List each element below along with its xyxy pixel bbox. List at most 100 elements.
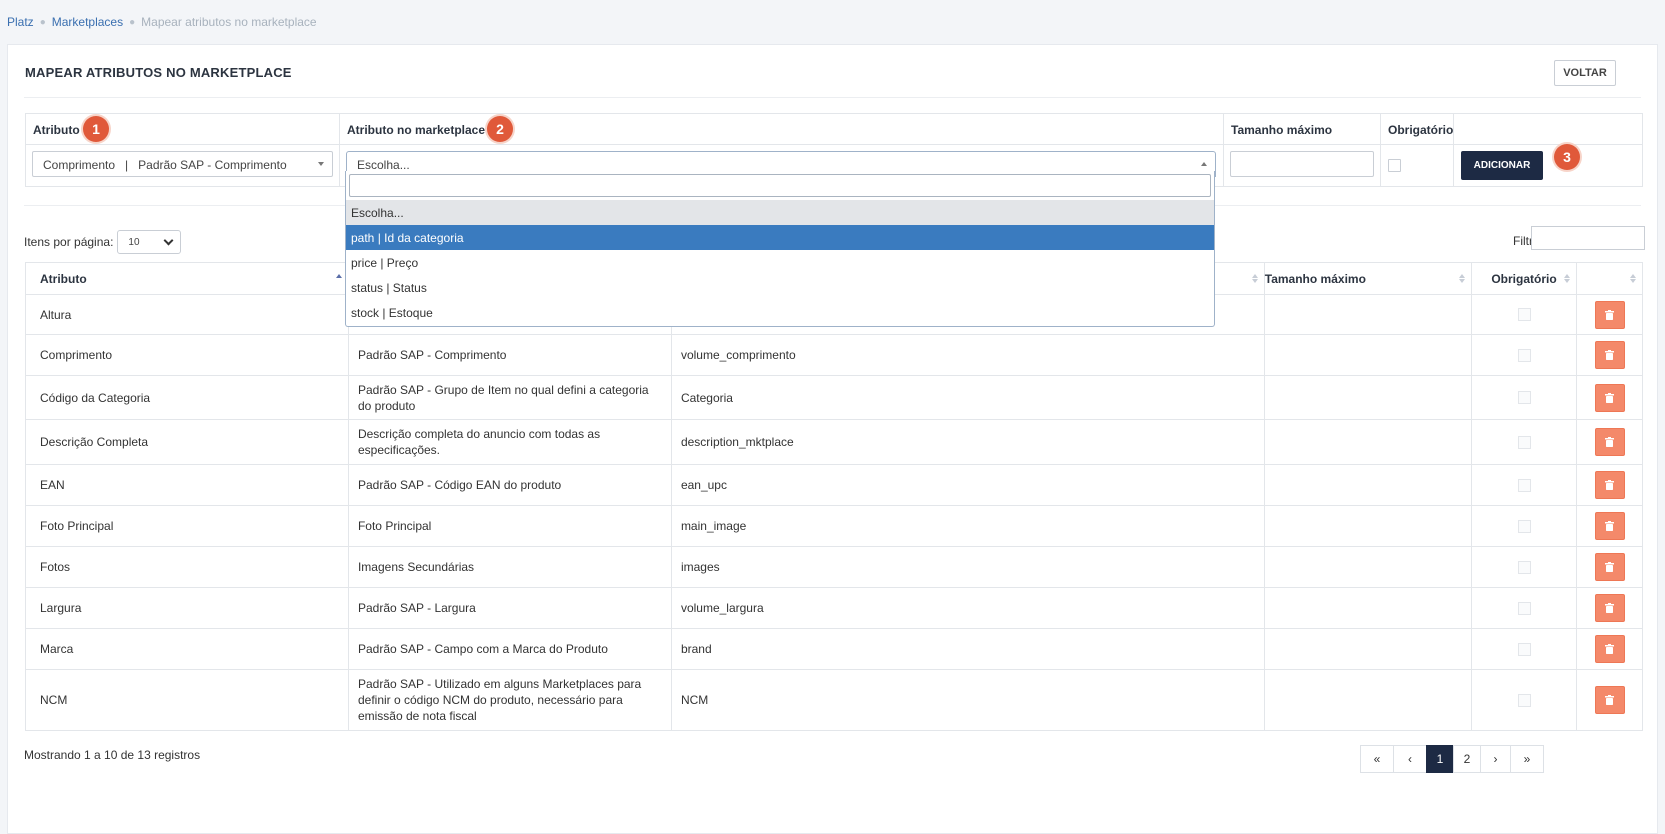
- dropdown-option[interactable]: Escolha...: [346, 200, 1214, 225]
- cell-required: [1470, 375, 1578, 420]
- table-row: EAN Padrão SAP - Código EAN do produto ean…: [25, 464, 1643, 506]
- cell-attribute: EAN: [25, 464, 349, 506]
- per-page-value: 10: [128, 237, 140, 248]
- column-header-actions[interactable]: [1576, 262, 1643, 295]
- required-checkbox-disabled: [1517, 642, 1531, 656]
- back-button[interactable]: VOLTAR: [1554, 60, 1616, 86]
- cell-max-size: [1263, 587, 1472, 629]
- cell-actions: [1576, 669, 1643, 731]
- delete-button[interactable]: [1594, 553, 1625, 581]
- delete-button[interactable]: [1594, 635, 1625, 663]
- cell-description: Imagens Secundárias: [347, 546, 672, 588]
- table-row: Marca Padrão SAP - Campo com a Marca do P…: [25, 628, 1643, 670]
- required-checkbox-disabled: [1517, 478, 1531, 492]
- trash-icon: [1605, 644, 1615, 654]
- delete-button[interactable]: [1594, 512, 1625, 540]
- trash-icon: [1605, 437, 1615, 447]
- col-required: Obrigatório: [1381, 114, 1454, 186]
- trash-icon: [1605, 350, 1615, 360]
- chevron-down-icon: [163, 235, 174, 246]
- pagination-prev[interactable]: ‹: [1393, 745, 1427, 773]
- breadcrumb-current: Mapear atributos no marketplace: [141, 15, 317, 29]
- cell-description: Padrão SAP - Código EAN do produto: [347, 464, 672, 506]
- cell-attribute: Largura: [25, 587, 349, 629]
- step-badge-1: 1: [83, 116, 109, 142]
- cell-required: [1470, 419, 1578, 465]
- breadcrumb-platz[interactable]: Platz: [7, 15, 34, 29]
- cell-actions: [1576, 505, 1643, 547]
- header-marketplace-attribute: Atributo no marketplace: [347, 123, 486, 137]
- table-row: Foto Principal Foto Principal main_image: [25, 505, 1643, 547]
- sort-icon: [1630, 274, 1636, 283]
- cell-marketplace-attribute: NCM: [670, 669, 1265, 731]
- cell-actions: [1576, 334, 1643, 376]
- cell-description: Padrão SAP - Grupo de Item no qual defin…: [347, 375, 672, 420]
- caret-up-icon: [1201, 162, 1207, 166]
- cell-actions: [1576, 419, 1643, 465]
- delete-button[interactable]: [1594, 300, 1625, 329]
- cell-actions: [1576, 464, 1643, 506]
- dropdown-option[interactable]: price | Preço: [346, 250, 1214, 275]
- cell-actions: [1576, 628, 1643, 670]
- column-header-attribute[interactable]: Atributo: [25, 262, 349, 295]
- add-button[interactable]: ADICIONAR: [1461, 151, 1543, 180]
- delete-button[interactable]: [1594, 594, 1625, 622]
- trash-icon: [1605, 695, 1615, 705]
- breadcrumb-marketplaces[interactable]: Marketplaces: [52, 15, 123, 29]
- required-checkbox-disabled: [1517, 519, 1531, 533]
- dropdown-option[interactable]: status | Status: [346, 275, 1214, 300]
- table-row: Comprimento Padrão SAP - Comprimento volum…: [25, 334, 1643, 376]
- table-body: AlturaPComprimentoPadrão SAP - Comprimen…: [25, 294, 1643, 731]
- cell-marketplace-attribute: description_mktplace: [670, 419, 1265, 465]
- caret-icon: [318, 162, 324, 166]
- filter-input[interactable]: [1531, 226, 1645, 250]
- cell-marketplace-attribute: images: [670, 546, 1265, 588]
- cell-max-size: [1263, 546, 1472, 588]
- table-row: Fotos Imagens Secundárias images: [25, 546, 1643, 588]
- dropdown-option[interactable]: path | Id da categoria: [346, 225, 1214, 250]
- pagination-last[interactable]: »: [1510, 745, 1544, 773]
- per-page-select[interactable]: 10: [117, 230, 182, 254]
- cell-description: Foto Principal: [347, 505, 672, 547]
- pagination-page-2[interactable]: 2: [1453, 745, 1481, 773]
- col-max-size: Tamanho máximo: [1224, 114, 1381, 186]
- cell-required: [1470, 628, 1578, 670]
- attribute-select[interactable]: Comprimento | Padrão SAP - Comprimento: [32, 151, 333, 177]
- required-checkbox[interactable]: [1388, 159, 1401, 172]
- table-row: Descrição Completa Descrição completa do …: [25, 419, 1643, 465]
- cell-required: [1470, 546, 1578, 588]
- column-header-required[interactable]: Obrigatório: [1470, 262, 1578, 295]
- pagination-page-1[interactable]: 1: [1426, 745, 1454, 773]
- main-card: MAPEAR ATRIBUTOS NO MARKETPLACE VOLTAR A…: [7, 44, 1658, 834]
- delete-button[interactable]: [1594, 341, 1625, 369]
- cell-marketplace-attribute: brand: [670, 628, 1265, 670]
- cell-required: [1470, 587, 1578, 629]
- pagination-first[interactable]: «: [1360, 745, 1394, 773]
- max-size-input[interactable]: [1230, 151, 1374, 177]
- dropdown-search-input[interactable]: [349, 174, 1211, 197]
- cell-required: [1470, 464, 1578, 506]
- attribute-select-value: Comprimento | Padrão SAP - Comprimento: [43, 158, 287, 172]
- sort-icon: [1251, 274, 1258, 283]
- trash-icon: [1605, 392, 1615, 403]
- col-attribute: Atributo 1 Comprimento | Padrão SAP - Co…: [26, 114, 340, 186]
- step-badge-2: 2: [487, 116, 513, 142]
- required-checkbox-disabled: [1517, 601, 1531, 615]
- breadcrumb: Platz ● Marketplaces ● Mapear atributos …: [7, 15, 317, 29]
- cell-attribute: NCM: [25, 669, 349, 731]
- trash-icon: [1605, 480, 1615, 490]
- delete-button[interactable]: [1594, 471, 1625, 499]
- cell-description: Padrão SAP - Campo com a Marca do Produt…: [347, 628, 672, 670]
- delete-button[interactable]: [1594, 383, 1625, 412]
- cell-description: Padrão SAP - Comprimento: [347, 334, 672, 376]
- pagination-next[interactable]: ›: [1480, 745, 1511, 773]
- cell-description: Padrão SAP - Largura: [347, 587, 672, 629]
- dropdown-option[interactable]: stock | Estoque: [346, 300, 1214, 325]
- delete-button[interactable]: [1594, 428, 1625, 456]
- delete-button[interactable]: [1594, 686, 1625, 714]
- cell-attribute: Fotos: [25, 546, 349, 588]
- cell-required: [1470, 334, 1578, 376]
- cell-marketplace-attribute: volume_comprimento: [670, 334, 1265, 376]
- marketplace-attribute-dropdown: Escolha... path | Id da categoria price | …: [345, 171, 1215, 327]
- column-header-max-size[interactable]: Tamanho máximo: [1263, 262, 1472, 295]
